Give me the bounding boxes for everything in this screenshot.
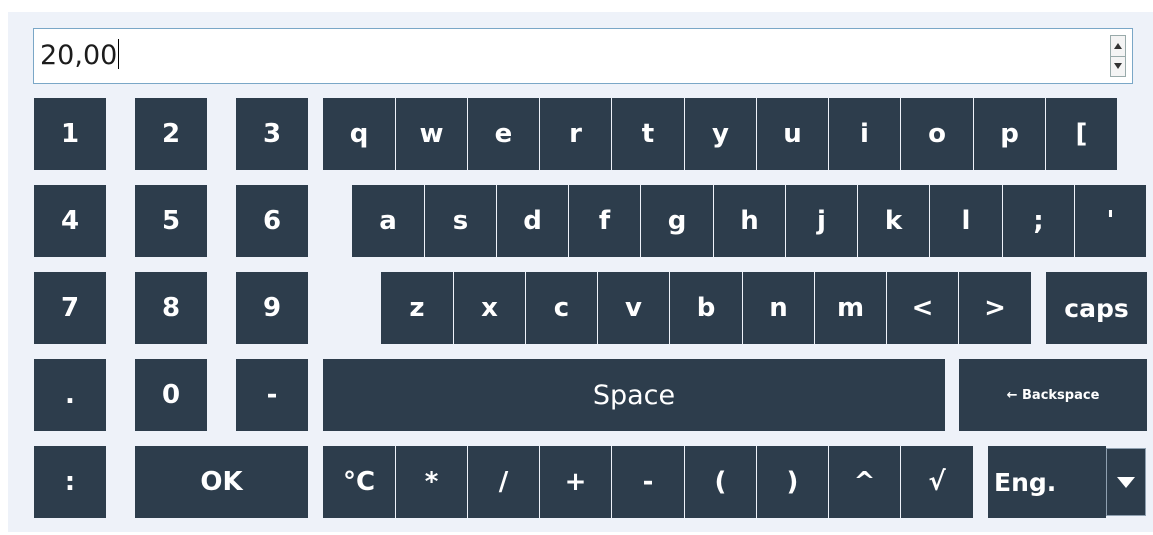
key-8[interactable]: 8	[135, 272, 207, 344]
space-button[interactable]: Space	[323, 359, 945, 431]
key-y[interactable]: y	[685, 98, 756, 170]
key-l[interactable]: l	[930, 185, 1002, 257]
language-select[interactable]: Eng.	[988, 446, 1106, 518]
key-c[interactable]: c	[526, 272, 597, 344]
key-5[interactable]: 5	[135, 185, 207, 257]
key-hyphen[interactable]: -	[612, 446, 684, 518]
value-input-text: 20,00	[40, 40, 118, 71]
backspace-button[interactable]: ← Backspace	[959, 359, 1147, 431]
key-m[interactable]: m	[815, 272, 886, 344]
key-0[interactable]: 0	[135, 359, 207, 431]
language-select-value: Eng.	[994, 467, 1057, 497]
chevron-down-icon	[1117, 476, 1135, 488]
language-dropdown-button[interactable]	[1106, 448, 1146, 516]
key-sqrt[interactable]: √	[901, 446, 973, 518]
key-g[interactable]: g	[641, 185, 713, 257]
key-h[interactable]: h	[714, 185, 785, 257]
key-d[interactable]: d	[497, 185, 568, 257]
key-colon[interactable]: :	[34, 446, 106, 518]
key-i[interactable]: i	[829, 98, 900, 170]
key-2[interactable]: 2	[135, 98, 207, 170]
key-x[interactable]: x	[454, 272, 525, 344]
key-greater-than[interactable]: >	[959, 272, 1031, 344]
key-z[interactable]: z	[381, 272, 453, 344]
key-q[interactable]: q	[323, 98, 395, 170]
key-open-paren[interactable]: (	[685, 446, 756, 518]
key-apostrophe[interactable]: '	[1075, 185, 1146, 257]
key-minus[interactable]: -	[236, 359, 308, 431]
key-slash[interactable]: /	[468, 446, 539, 518]
ok-button[interactable]: OK	[135, 446, 308, 518]
triangle-down-icon	[1114, 63, 1122, 69]
key-a[interactable]: a	[352, 185, 424, 257]
key-6[interactable]: 6	[236, 185, 308, 257]
key-w[interactable]: w	[396, 98, 467, 170]
key-bracket[interactable]: [	[1046, 98, 1117, 170]
triangle-up-icon	[1114, 43, 1122, 49]
key-b[interactable]: b	[670, 272, 742, 344]
key-9[interactable]: 9	[236, 272, 308, 344]
value-spinner[interactable]	[1110, 35, 1126, 77]
key-plus[interactable]: +	[540, 446, 611, 518]
key-3[interactable]: 3	[236, 98, 308, 170]
key-celsius[interactable]: °C	[323, 446, 395, 518]
key-j[interactable]: j	[786, 185, 857, 257]
key-asterisk[interactable]: *	[396, 446, 467, 518]
key-s[interactable]: s	[425, 185, 496, 257]
text-caret	[118, 39, 120, 69]
value-input[interactable]: 20,00	[33, 28, 1133, 84]
key-dot[interactable]: .	[34, 359, 106, 431]
key-less-than[interactable]: <	[887, 272, 958, 344]
caps-button[interactable]: caps	[1046, 272, 1147, 344]
key-o[interactable]: o	[901, 98, 973, 170]
key-k[interactable]: k	[858, 185, 929, 257]
key-close-paren[interactable]: )	[757, 446, 828, 518]
key-t[interactable]: t	[612, 98, 684, 170]
key-1[interactable]: 1	[34, 98, 106, 170]
key-v[interactable]: v	[598, 272, 669, 344]
key-r[interactable]: r	[540, 98, 611, 170]
key-p[interactable]: p	[974, 98, 1045, 170]
key-caret[interactable]: ^	[829, 446, 900, 518]
key-n[interactable]: n	[743, 272, 814, 344]
key-7[interactable]: 7	[34, 272, 106, 344]
key-u[interactable]: u	[757, 98, 828, 170]
key-f[interactable]: f	[569, 185, 640, 257]
spin-up-button[interactable]	[1111, 36, 1125, 57]
key-4[interactable]: 4	[34, 185, 106, 257]
spin-down-button[interactable]	[1111, 56, 1125, 76]
key-e[interactable]: e	[468, 98, 539, 170]
key-semicolon[interactable]: ;	[1003, 185, 1074, 257]
